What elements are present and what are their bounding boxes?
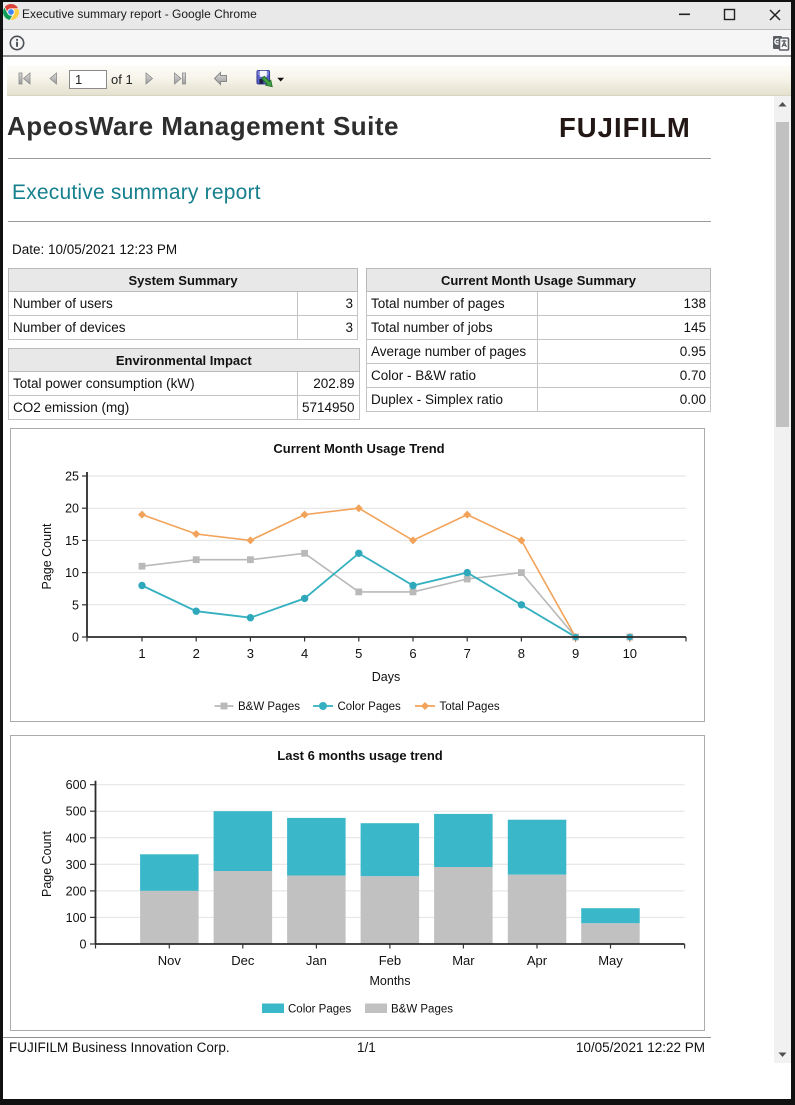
- svg-text:0: 0: [80, 938, 87, 952]
- svg-text:100: 100: [66, 911, 87, 925]
- svg-text:5: 5: [355, 646, 362, 661]
- svg-text:May: May: [598, 953, 623, 968]
- svg-text:400: 400: [66, 831, 87, 845]
- svg-text:300: 300: [66, 858, 87, 872]
- svg-text:Apr: Apr: [527, 953, 548, 968]
- svg-text:200: 200: [66, 884, 87, 898]
- svg-text:Nov: Nov: [158, 953, 182, 968]
- svg-text:500: 500: [66, 805, 87, 819]
- svg-text:3: 3: [247, 646, 254, 661]
- svg-text:10: 10: [65, 566, 79, 580]
- svg-text:B&W Pages: B&W Pages: [238, 701, 300, 713]
- svg-text:1: 1: [138, 646, 145, 661]
- svg-text:Color Pages: Color Pages: [338, 701, 402, 713]
- svg-text:600: 600: [66, 778, 87, 792]
- svg-text:Last 6 months usage trend: Last 6 months usage trend: [277, 748, 442, 763]
- svg-text:B&W Pages: B&W Pages: [391, 1004, 453, 1016]
- svg-text:Page Count: Page Count: [40, 830, 54, 897]
- svg-text:25: 25: [65, 470, 79, 484]
- svg-text:Page Count: Page Count: [40, 523, 54, 590]
- svg-text:10: 10: [623, 646, 637, 661]
- svg-text:9: 9: [572, 646, 579, 661]
- svg-text:Dec: Dec: [231, 953, 255, 968]
- svg-text:0: 0: [72, 631, 79, 645]
- svg-text:2: 2: [193, 646, 200, 661]
- svg-text:Feb: Feb: [379, 953, 401, 968]
- svg-text:Jan: Jan: [306, 953, 327, 968]
- svg-text:4: 4: [301, 646, 308, 661]
- svg-text:7: 7: [464, 646, 471, 661]
- svg-text:Mar: Mar: [452, 953, 475, 968]
- svg-text:FUJIFILM: FUJIFILM: [559, 112, 691, 139]
- svg-text:15: 15: [65, 534, 79, 548]
- svg-text:Total Pages: Total Pages: [440, 701, 500, 713]
- svg-text:Months: Months: [370, 974, 411, 988]
- svg-text:Color Pages: Color Pages: [288, 1004, 352, 1016]
- svg-text:Current Month Usage Trend: Current Month Usage Trend: [273, 441, 444, 456]
- svg-text:8: 8: [518, 646, 525, 661]
- svg-text:6: 6: [409, 646, 416, 661]
- svg-text:20: 20: [65, 502, 79, 516]
- svg-text:5: 5: [72, 598, 79, 612]
- svg-text:Days: Days: [372, 670, 400, 684]
